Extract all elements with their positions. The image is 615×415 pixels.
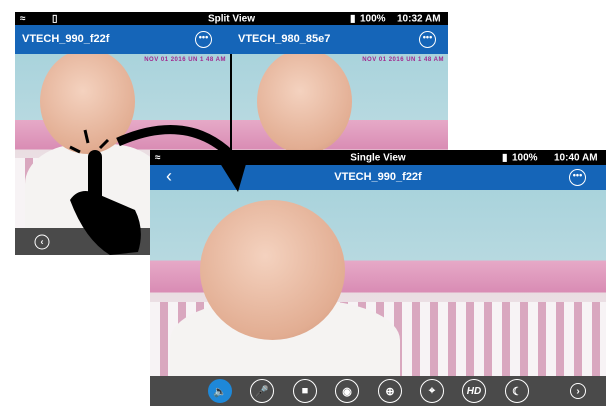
tap-marks [69, 129, 110, 154]
tap-gesture-illustration [69, 125, 250, 255]
curved-arrow-icon [116, 125, 240, 164]
hand-icon [70, 150, 141, 255]
arrow-head [218, 150, 250, 192]
